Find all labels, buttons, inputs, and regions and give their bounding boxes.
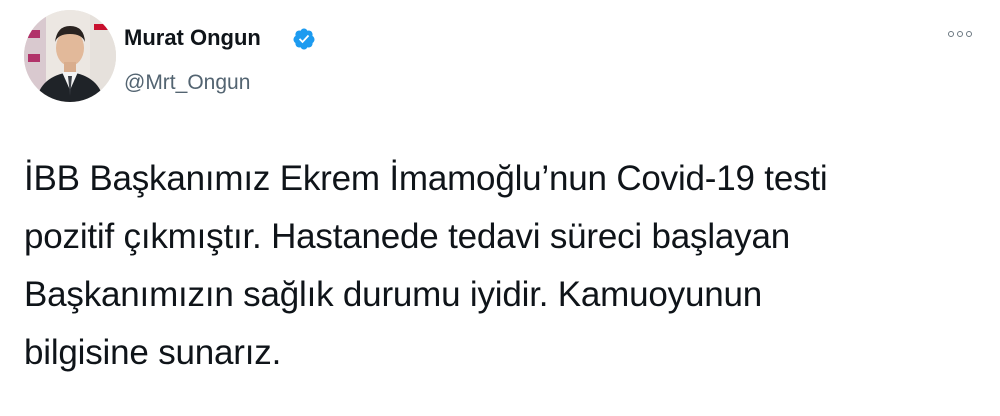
more-dot bbox=[957, 31, 963, 37]
more-options-icon[interactable] bbox=[948, 28, 976, 40]
tweet-text-line: Başkanımızın sağlık durumu iyidir. Kamuo… bbox=[24, 275, 763, 314]
tweet-text-line: İBB Başkanımız Ekrem İmamoğlu’nun Covid-… bbox=[24, 159, 828, 198]
avatar-image bbox=[24, 10, 116, 102]
more-dot bbox=[948, 31, 954, 37]
author-name[interactable]: Murat Ongun bbox=[124, 24, 261, 52]
avatar[interactable] bbox=[24, 10, 116, 102]
tweet-text: İBB Başkanımız Ekrem İmamoğlu’nun Covid-… bbox=[24, 150, 974, 382]
tweet-text-line: pozitif çıkmıştır. Hastanede tedavi süre… bbox=[24, 217, 791, 256]
tweet-card: Murat Ongun @Mrt_Ongun İBB Başkanımız Ek… bbox=[0, 0, 1000, 416]
author-handle[interactable]: @Mrt_Ongun bbox=[124, 70, 250, 96]
tweet-text-line: bilgisine sunarız. bbox=[24, 333, 282, 372]
verified-badge-icon bbox=[293, 28, 315, 50]
more-dot bbox=[966, 31, 972, 37]
